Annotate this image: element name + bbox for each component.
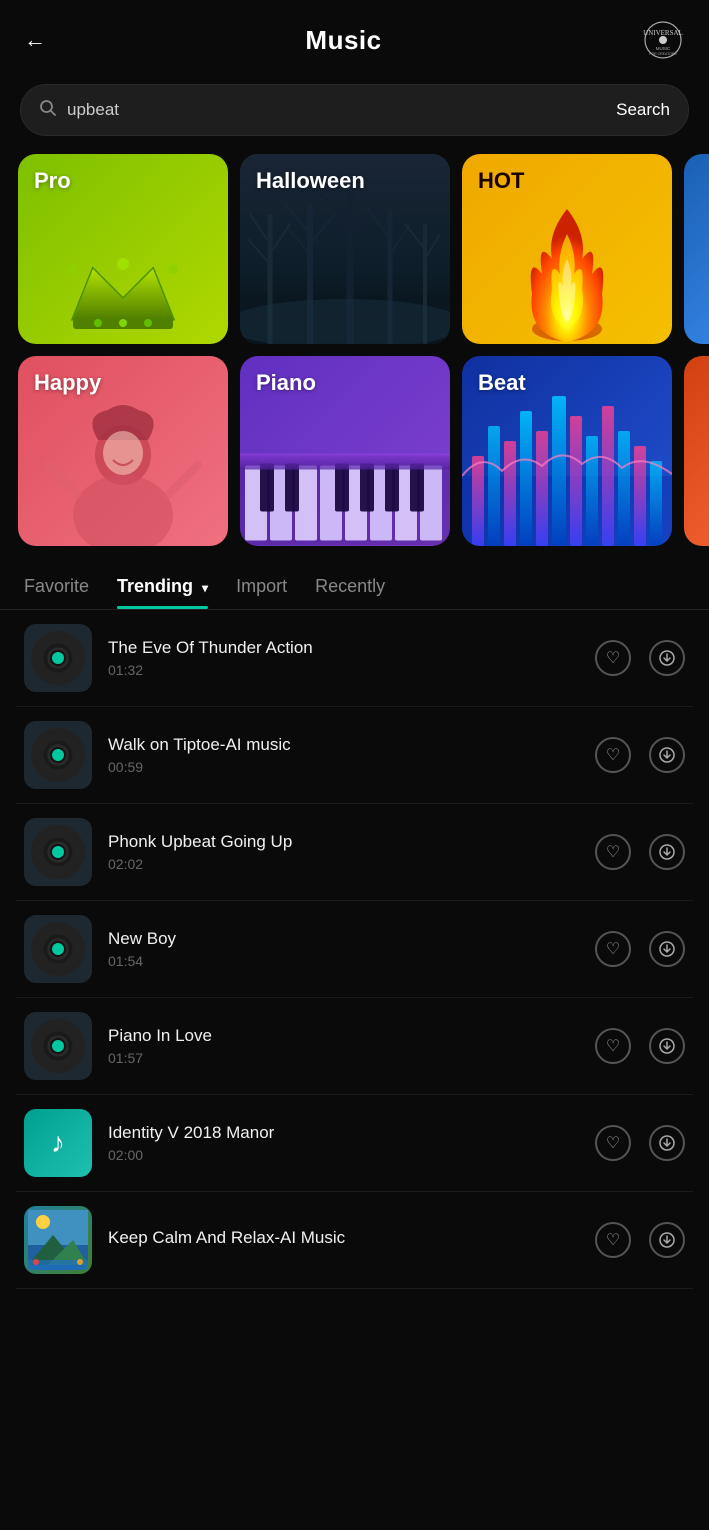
track-name: The Eve Of Thunder Action [108, 638, 595, 658]
track-item[interactable]: New Boy 01:54 ♡ [16, 901, 693, 998]
track-name: Walk on Tiptoe-AI music [108, 735, 595, 755]
like-button[interactable]: ♡ [595, 640, 631, 676]
track-actions: ♡ [595, 1125, 685, 1161]
svg-text:FOR CREATORS: FOR CREATORS [649, 52, 677, 56]
svg-text:MUSIC: MUSIC [656, 46, 671, 51]
like-button[interactable]: ♡ [595, 737, 631, 773]
category-hot[interactable]: HOT [462, 154, 672, 344]
tab-trending[interactable]: Trending ▾ [117, 576, 208, 609]
category-pro[interactable]: Pro [18, 154, 228, 344]
category-hot-label: HOT [478, 168, 524, 194]
search-input[interactable] [67, 100, 616, 120]
track-duration: 01:57 [108, 1050, 595, 1066]
universal-logo: UNIVERSAL MUSIC FOR CREATORS [641, 18, 685, 62]
track-thumb [24, 915, 92, 983]
like-button[interactable]: ♡ [595, 1125, 631, 1161]
track-info: Identity V 2018 Manor 02:00 [108, 1123, 595, 1163]
back-button[interactable]: ← [24, 27, 46, 53]
header: ← Music UNIVERSAL MUSIC FOR CREATORS [0, 0, 709, 74]
track-duration: 00:59 [108, 759, 595, 775]
track-thumb [24, 1206, 92, 1274]
track-actions: ♡ [595, 640, 685, 676]
piano-image [240, 375, 450, 546]
page-title: Music [305, 25, 381, 56]
svg-text:UNIVERSAL: UNIVERSAL [643, 29, 683, 37]
track-name: Identity V 2018 Manor [108, 1123, 595, 1143]
track-info: Phonk Upbeat Going Up 02:02 [108, 832, 595, 872]
track-thumb [24, 1012, 92, 1080]
category-beat[interactable]: Beat [462, 356, 672, 546]
track-name: Piano In Love [108, 1026, 595, 1046]
track-thumb: ♪ [24, 1109, 92, 1177]
landscape-icon [28, 1210, 88, 1270]
track-duration: 01:54 [108, 953, 595, 969]
track-info: The Eve Of Thunder Action 01:32 [108, 638, 595, 678]
download-button[interactable] [649, 640, 685, 676]
trending-arrow-icon: ▾ [202, 581, 208, 595]
track-duration: 02:02 [108, 856, 595, 872]
track-actions: ♡ [595, 737, 685, 773]
track-info: Keep Calm And Relax-AI Music [108, 1228, 595, 1252]
track-item[interactable]: Keep Calm And Relax-AI Music ♡ [16, 1192, 693, 1289]
flame-icon [507, 204, 627, 344]
download-button[interactable] [649, 1028, 685, 1064]
tabs: Favorite Trending ▾ Import Recently [0, 558, 709, 610]
download-button[interactable] [649, 1222, 685, 1258]
like-button[interactable]: ♡ [595, 1222, 631, 1258]
download-button[interactable] [649, 737, 685, 773]
category-halloween[interactable]: Halloween [240, 154, 450, 344]
search-bar: Search [20, 84, 689, 136]
download-button[interactable] [649, 1125, 685, 1161]
track-duration: 02:00 [108, 1147, 595, 1163]
track-list: The Eve Of Thunder Action 01:32 ♡ Walk o… [0, 610, 709, 1289]
track-name: Phonk Upbeat Going Up [108, 832, 595, 852]
track-thumb [24, 624, 92, 692]
category-partial-blue[interactable] [684, 154, 709, 344]
download-button[interactable] [649, 931, 685, 967]
track-actions: ♡ [595, 1028, 685, 1064]
like-button[interactable]: ♡ [595, 1028, 631, 1064]
category-partial-orange[interactable] [684, 356, 709, 546]
tab-favorite[interactable]: Favorite [24, 576, 89, 609]
category-happy[interactable]: Happy [18, 356, 228, 546]
crown-icon [63, 244, 183, 334]
track-name: New Boy [108, 929, 595, 949]
download-button[interactable] [649, 834, 685, 870]
happy-image [18, 394, 228, 546]
track-actions: ♡ [595, 1222, 685, 1258]
category-pro-label: Pro [34, 168, 71, 194]
track-thumb [24, 721, 92, 789]
beat-image [462, 356, 672, 546]
search-icon [39, 99, 57, 122]
track-info: New Boy 01:54 [108, 929, 595, 969]
track-info: Walk on Tiptoe-AI music 00:59 [108, 735, 595, 775]
like-button[interactable]: ♡ [595, 931, 631, 967]
music-note-icon: ♪ [51, 1127, 65, 1159]
logo-area: UNIVERSAL MUSIC FOR CREATORS [641, 18, 685, 62]
track-item[interactable]: ♪ Identity V 2018 Manor 02:00 ♡ [16, 1095, 693, 1192]
tab-recently[interactable]: Recently [315, 576, 385, 609]
search-button[interactable]: Search [616, 100, 670, 120]
track-duration: 01:32 [108, 662, 595, 678]
track-actions: ♡ [595, 834, 685, 870]
track-item[interactable]: Piano In Love 01:57 ♡ [16, 998, 693, 1095]
tab-import[interactable]: Import [236, 576, 287, 609]
track-item[interactable]: Phonk Upbeat Going Up 02:02 ♡ [16, 804, 693, 901]
track-info: Piano In Love 01:57 [108, 1026, 595, 1066]
category-piano[interactable]: Piano [240, 356, 450, 546]
track-name: Keep Calm And Relax-AI Music [108, 1228, 595, 1248]
like-button[interactable]: ♡ [595, 834, 631, 870]
track-item[interactable]: The Eve Of Thunder Action 01:32 ♡ [16, 610, 693, 707]
category-halloween-label: Halloween [256, 168, 365, 194]
track-thumb [24, 818, 92, 886]
category-grid: Pro [0, 154, 709, 558]
category-happy-label: Happy [34, 370, 101, 396]
track-actions: ♡ [595, 931, 685, 967]
track-item[interactable]: Walk on Tiptoe-AI music 00:59 ♡ [16, 707, 693, 804]
